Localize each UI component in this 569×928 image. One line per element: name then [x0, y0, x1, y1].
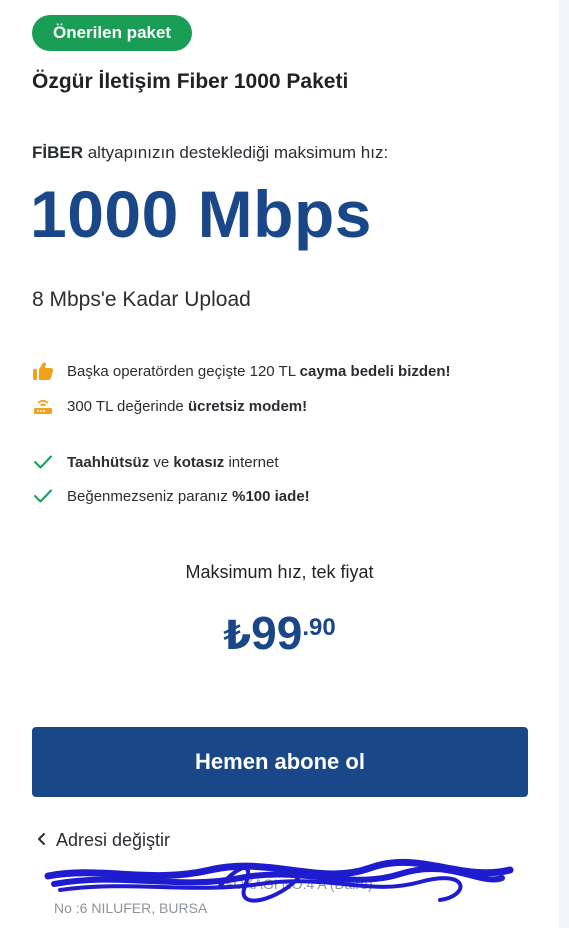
price-decimal: .90 [302, 614, 336, 641]
feature-text-part: 300 TL değerinde [67, 397, 188, 415]
check-icon [32, 485, 54, 507]
address-line-2: No :6 NILUFER, BURSA [54, 900, 208, 916]
price-caption: Maksimum hız, tek fiyat [185, 562, 374, 582]
feature-text-emphasis: ücretsiz modem! [187, 397, 308, 415]
feature-text-part: Başka operatörden geçişte 120 TL [67, 362, 300, 380]
feature-text-emphasis: %100 iade! [232, 487, 310, 505]
thumbs-up-icon [32, 360, 54, 382]
feature-text-part: internet [224, 453, 279, 471]
feature-text-part: Beğenmezseniz paranız [67, 487, 233, 505]
feature-item-money-back: Beğenmezseniz paranız %100 iade! [32, 485, 310, 507]
feature-text: Beğenmezseniz paranız %100 iade! [67, 488, 310, 505]
chevron-left-icon [36, 830, 46, 851]
feature-item-free-modem: 300 TL değerinde ücretsiz modem! [32, 395, 307, 417]
speed-description-text: altyapınızın desteklediği maksimum hız: [83, 143, 389, 162]
feature-item-no-commitment: Taahhütsüz ve kotasız internet [32, 451, 278, 473]
feature-text: 300 TL değerinde ücretsiz modem! [67, 398, 307, 415]
currency-symbol: ₺ [223, 614, 252, 658]
download-speed: 1000 Mbps [30, 177, 372, 251]
feature-text-part: ve [149, 453, 174, 471]
upload-speed: 8 Mbps'e Kadar Upload [32, 288, 251, 311]
feature-text-emphasis: cayma bedeli bizden! [299, 362, 451, 380]
address-text: SOKAGI NO:4 A (Daire) No :6 NILUFER, BUR… [54, 872, 534, 920]
speed-description: FİBER altyapınızın desteklediği maksimum… [32, 143, 388, 163]
check-icon [32, 451, 54, 473]
package-title: Özgür İletişim Fiber 1000 Paketi [32, 70, 349, 93]
feature-text-emphasis: Taahhütsüz [67, 453, 150, 471]
subscribe-button[interactable]: Hemen abone ol [32, 727, 528, 797]
infrastructure-type: FİBER [32, 143, 83, 162]
feature-text-emphasis: kotasız [173, 453, 225, 471]
feature-item-cancellation-fee: Başka operatörden geçişte 120 TL cayma b… [32, 360, 451, 382]
price-integer: 99 [251, 607, 303, 659]
change-address-label: Adresi değiştir [56, 830, 171, 850]
package-card: Önerilen paket Özgür İletişim Fiber 1000… [0, 0, 559, 928]
feature-text: Taahhütsüz ve kotasız internet [67, 454, 278, 471]
address-line-1: SOKAGI NO:4 A (Daire) [224, 876, 373, 892]
recommended-badge: Önerilen paket [32, 15, 193, 51]
price: ₺99.90 [0, 606, 559, 660]
change-address-link[interactable]: Adresi değiştir [36, 830, 170, 851]
feature-text: Başka operatörden geçişte 120 TL cayma b… [67, 363, 451, 380]
modem-icon [32, 395, 54, 417]
